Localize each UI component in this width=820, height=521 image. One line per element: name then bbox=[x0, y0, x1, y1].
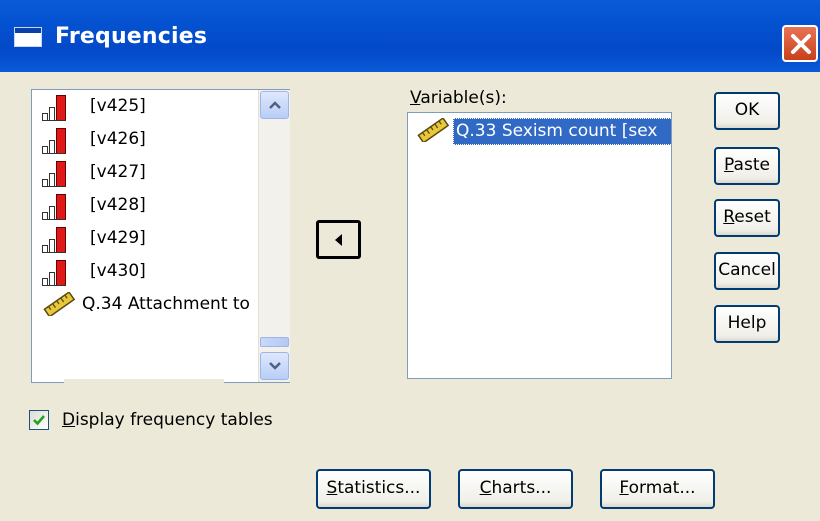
source-item-label: [v427] bbox=[90, 162, 146, 182]
scroll-down-button[interactable] bbox=[260, 352, 289, 380]
source-list-item[interactable]: [v429] bbox=[32, 222, 256, 255]
scroll-thumb[interactable] bbox=[260, 337, 289, 347]
source-list-scrollbar[interactable] bbox=[258, 90, 290, 382]
close-icon bbox=[791, 34, 811, 54]
reset-button[interactable]: Reset bbox=[714, 199, 780, 237]
ordinal-bars-icon bbox=[42, 227, 74, 253]
move-variable-button[interactable] bbox=[316, 220, 361, 259]
ok-button[interactable]: OK bbox=[714, 92, 780, 130]
source-item-label: Q.34 Attachment to bbox=[82, 294, 250, 314]
source-item-label: [v430] bbox=[90, 261, 146, 281]
format-button[interactable]: Format... bbox=[600, 469, 715, 509]
target-list-item[interactable]: Q.33 Sexism count [sex bbox=[416, 117, 671, 147]
display-frequency-tables-label: Display frequency tables bbox=[62, 410, 273, 430]
ordinal-bars-icon bbox=[42, 260, 74, 286]
source-list-item[interactable]: [v427] bbox=[32, 156, 256, 189]
source-item-label: [v428] bbox=[90, 195, 146, 215]
source-list-items: [v425] [v426] [v427] [v428] [v429] [v430] Q.34… bbox=[32, 90, 256, 382]
close-button[interactable] bbox=[782, 25, 818, 62]
source-item-label: [v425] bbox=[90, 96, 146, 116]
ordinal-bars-icon bbox=[42, 161, 74, 187]
source-list-item[interactable]: [v430] bbox=[32, 255, 256, 288]
display-frequency-tables-checkbox[interactable] bbox=[29, 410, 49, 430]
statistics-button[interactable]: Statistics... bbox=[316, 469, 431, 509]
list-bottom-gap bbox=[64, 379, 224, 383]
source-list-item[interactable]: [v428] bbox=[32, 189, 256, 222]
ordinal-bars-icon bbox=[42, 194, 74, 220]
title-bar: Frequencies bbox=[0, 0, 820, 72]
window-title: Frequencies bbox=[55, 24, 208, 49]
chevron-down-icon bbox=[269, 362, 281, 370]
scroll-up-button[interactable] bbox=[260, 91, 289, 119]
paste-button[interactable]: Paste bbox=[714, 147, 780, 185]
source-list-item[interactable]: [v426] bbox=[32, 123, 256, 156]
source-variable-list[interactable]: [v425] [v426] [v427] [v428] [v429] [v430] Q.34… bbox=[31, 89, 290, 383]
charts-button[interactable]: Charts... bbox=[458, 469, 573, 509]
chevron-up-icon bbox=[269, 101, 281, 109]
cancel-button[interactable]: Cancel bbox=[714, 252, 780, 290]
source-list-item[interactable]: Q.34 Attachment to bbox=[32, 288, 256, 321]
scale-ruler-icon bbox=[43, 292, 76, 316]
target-variable-list[interactable]: Q.33 Sexism count [sex bbox=[407, 112, 672, 379]
window-icon bbox=[14, 27, 42, 47]
dialog-body: [v425] [v426] [v427] [v428] [v429] [v430] Q.34… bbox=[0, 72, 820, 521]
scale-ruler-icon bbox=[417, 118, 450, 142]
source-list-item[interactable]: [v425] bbox=[32, 90, 256, 123]
variables-label: Variable(s): bbox=[410, 88, 507, 108]
target-item-label: Q.33 Sexism count [sex bbox=[453, 118, 671, 145]
source-item-label: [v429] bbox=[90, 228, 146, 248]
source-item-label: [v426] bbox=[90, 129, 146, 149]
ordinal-bars-icon bbox=[42, 95, 74, 121]
arrow-left-icon bbox=[335, 234, 342, 246]
ordinal-bars-icon bbox=[42, 128, 74, 154]
checkmark-icon bbox=[33, 415, 45, 426]
help-button[interactable]: Help bbox=[714, 305, 780, 343]
